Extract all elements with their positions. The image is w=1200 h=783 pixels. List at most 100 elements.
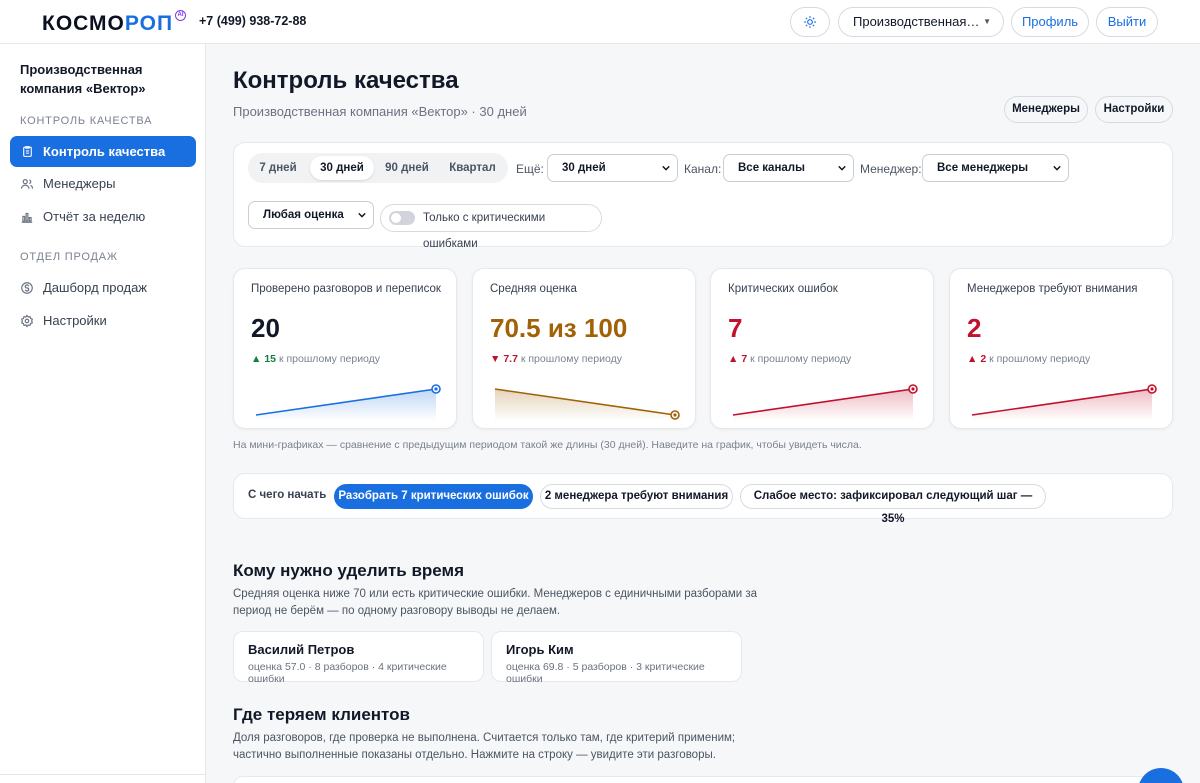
coin-icon [21,281,33,294]
users-icon [20,178,34,189]
channel-label: Канал: [684,162,722,176]
kpi-delta: ▲ 15 к прошлому периоду [251,353,381,365]
sidebar-item-label: Дашборд продаж [43,280,147,295]
sparkline-area [972,389,1152,421]
sun-icon [804,16,816,28]
kpi-note: На мини-графиках — сравнение с предыдущи… [233,439,862,451]
attention-description: Средняя оценка ниже 70 или есть критичес… [233,588,758,617]
sidebar-divider [0,774,206,775]
sparkline-area [495,389,675,421]
sidebar-item-sales-dashboard[interactable]: Дашборд продаж [10,272,196,303]
critical-toggle-label: Только с критическими ошибками [423,212,546,250]
period-7-days[interactable]: 7 дней [253,156,303,180]
chevron-down-icon [1053,165,1061,171]
company-selector[interactable]: Производственная к... ▼ [838,7,1004,37]
kpi-label: Проверено разговоров и переписок [251,283,441,295]
toggle-switch[interactable] [389,211,415,225]
period-90-days[interactable]: 90 дней [381,156,433,180]
losses-description: Доля разговоров, где проверка не выполне… [233,732,736,761]
page-subtitle: Производственная компания «Вектор» · 30 … [233,104,527,119]
sparkline-point-center [673,413,677,417]
chevron-down-icon [838,165,846,171]
manager-card[interactable]: Василий Петров оценка 57.0 · 8 разборов … [233,631,484,685]
chevron-down-icon [358,212,366,218]
gear-icon [20,314,34,327]
more-period-select[interactable]: 30 дней [547,154,678,182]
kpi-sparkline[interactable] [727,381,919,421]
phone-number[interactable]: +7 (499) 938-72-88 [199,14,306,28]
kpi-sparkline[interactable] [966,381,1158,421]
manager-card[interactable]: Игорь Ким оценка 69.8 · 5 разборов · 3 к… [491,631,742,685]
period-quarter[interactable]: Квартал [441,156,504,180]
kpi-label: Критических ошибок [728,283,838,295]
kpi-value: 20 [251,313,280,343]
period-30-days[interactable]: 30 дней [310,156,374,180]
sparkline-point-center [911,387,915,391]
filters-panel: 7 дней 30 дней 90 дней Квартал Ещё: 30 д… [233,142,1173,250]
kpi-sparkline[interactable] [489,381,681,421]
managers-button[interactable]: Менеджеры [1004,96,1088,123]
chat-fab-button[interactable] [1138,768,1184,783]
sidebar-company-name: Производственная компания «Вектор» [20,62,146,96]
sidebar-item-label: Менеджеры [43,176,116,191]
ai-badge: AI [175,10,186,21]
sidebar-item-label: Отчёт за неделю [43,209,146,224]
start-label: С чего начать [248,489,327,501]
losses-title: Где теряем клиентов [233,705,410,724]
kpi-card-checked[interactable]: Проверено разговоров и переписок 20 ▲ 15… [233,268,457,429]
kpi-value: 7 [728,313,743,343]
sparkline-point-center [434,387,438,391]
manager-meta: оценка 57.0 · 8 разборов · 4 критические… [248,661,447,685]
clipboard-icon [22,146,32,157]
start-here-bar: С чего начать Разобрать 7 критических ош… [233,473,1173,525]
kpi-delta: ▼ 7.7 к прошлому периоду [490,353,622,365]
score-select[interactable]: Любая оценка [248,201,374,229]
sidebar-section-sales: Отдел продаж [20,251,118,263]
kpi-value: 70.5 из 100 [490,313,628,343]
channel-select[interactable]: Все каналы [723,154,854,182]
kpi-card-managers-attention[interactable]: Менеджеров требуют внимания 2 ▲ 2 к прош… [949,268,1173,429]
period-segmented-control: 7 дней 30 дней 90 дней Квартал [248,153,508,183]
manager-meta: оценка 69.8 · 5 разборов · 3 критические… [506,661,705,685]
sidebar-item-label: Контроль качества [43,144,166,159]
kpi-card-avg-score[interactable]: Средняя оценка 70.5 из 100 ▼ 7.7 к прошл… [472,268,696,429]
sidebar-item-settings[interactable]: Настройки [10,305,196,336]
attention-title: Кому нужно уделить время [233,561,465,580]
sidebar-item-label: Настройки [43,313,107,328]
profile-button[interactable]: Профиль [1011,7,1089,37]
kpi-card-critical-errors[interactable]: Критических ошибок 7 ▲ 7 к прошлому пери… [710,268,934,429]
kpi-label: Средняя оценка [490,283,577,295]
page-title: Контроль качества [233,67,459,94]
kpi-delta: ▲ 2 к прошлому периоду [967,353,1091,365]
manager-name: Василий Петров [248,642,355,657]
managers-attention-chip[interactable]: 2 менеджера требуют внимания [540,484,733,509]
sparkline-point-center [1150,387,1154,391]
review-critical-errors-button[interactable]: Разобрать 7 критических ошибок [334,484,533,509]
kpi-label: Менеджеров требуют внимания [967,283,1138,295]
chevron-down-icon [662,165,670,171]
weak-spot-chip[interactable]: Слабое место: зафиксировал следующий шаг… [740,484,1046,525]
more-period-label: Ещё: [516,162,544,176]
losses-table [233,776,1173,783]
sidebar: Производственная компания «Вектор» Контр… [0,44,206,783]
logout-button[interactable]: Выйти [1096,7,1158,37]
logo[interactable]: КОСМОРОП [42,12,173,36]
sidebar-item-weekly-report[interactable]: Отчёт за неделю [10,201,196,232]
chart-icon [21,212,33,223]
theme-toggle-button[interactable] [790,7,830,37]
sparkline-area [256,389,436,421]
settings-button[interactable]: Настройки [1095,96,1173,123]
kpi-delta: ▲ 7 к прошлому периоду [728,353,852,365]
manager-label: Менеджер: [860,162,922,176]
kpi-value: 2 [967,313,982,343]
sidebar-item-managers[interactable]: Менеджеры [10,168,196,199]
manager-name: Игорь Ким [506,642,574,657]
sparkline-area [733,389,913,421]
sidebar-section-quality: Контроль качества [20,115,153,127]
sidebar-item-quality[interactable]: Контроль качества [10,136,196,167]
kpi-sparkline[interactable] [250,381,442,421]
chevron-down-icon: ▼ [983,17,991,26]
critical-only-toggle[interactable]: Только с критическими ошибками [380,204,602,250]
manager-select[interactable]: Все менеджеры [922,154,1069,182]
top-bar: КОСМОРОП AI +7 (499) 938-72-88 Производс… [0,0,1200,44]
